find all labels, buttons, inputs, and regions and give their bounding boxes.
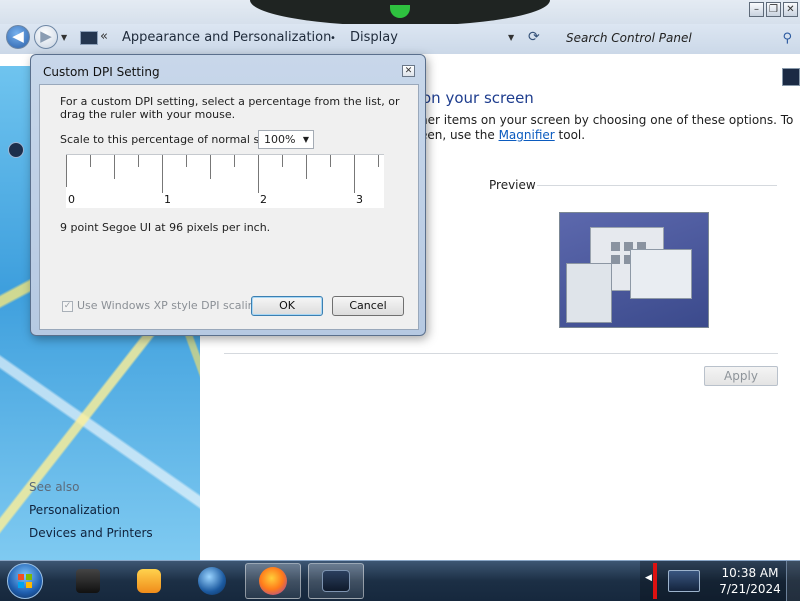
description-prefix: een, use the — [420, 128, 499, 142]
dark-app-icon — [76, 569, 100, 593]
taskbar-media-player[interactable] — [121, 563, 177, 599]
clock-time: 10:38 AM — [721, 566, 779, 580]
description-line-2: een, use the Magnifier tool. — [420, 128, 585, 142]
help-corner-icon[interactable] — [782, 68, 800, 86]
taskbar-firefox[interactable] — [245, 563, 301, 599]
display-preview-image — [559, 212, 709, 328]
tray-alert-bar — [653, 563, 657, 599]
ruler-label-2: 2 — [260, 193, 267, 206]
ruler-label-3: 3 — [356, 193, 363, 206]
minimize-button[interactable]: – — [749, 2, 764, 17]
scale-label: Scale to this percentage of normal size: — [60, 133, 279, 146]
refresh-icon[interactable]: ⟳ — [528, 29, 540, 45]
chevron-down-icon: ▼ — [302, 135, 309, 144]
ruler-label-0: 0 — [68, 193, 75, 206]
apply-button[interactable]: Apply — [704, 366, 778, 386]
address-dropdown-icon[interactable]: ▼ — [508, 33, 514, 42]
taskbar-globe-app[interactable] — [184, 563, 240, 599]
magnifier-link[interactable]: Magnifier — [499, 128, 555, 142]
clock-date: 7/21/2024 — [719, 582, 781, 596]
dialog-body: For a custom DPI setting, select a perce… — [39, 84, 419, 330]
description-line-1: her items on your screen by choosing one… — [420, 113, 794, 127]
title-bar: – ❐ ✕ — [0, 0, 800, 26]
link-personalization[interactable]: Personalization — [29, 503, 120, 517]
scale-dropdown[interactable]: 100% ▼ — [258, 130, 314, 149]
custom-dpi-dialog: Custom DPI Setting ✕ For a custom DPI se… — [30, 54, 426, 336]
search-icon[interactable]: ⚲ — [782, 28, 792, 49]
breadcrumb-display[interactable]: Display — [350, 30, 398, 45]
dialog-intro-line-2: drag the ruler with your mouse. — [60, 108, 236, 121]
font-info-text: 9 point Segoe UI at 96 pixels per inch. — [60, 221, 271, 234]
help-icon[interactable] — [8, 142, 24, 158]
preview-window-list — [566, 263, 612, 323]
search-input[interactable]: Search Control Panel ⚲ — [554, 28, 796, 49]
start-button[interactable] — [7, 563, 43, 599]
cancel-button[interactable]: Cancel — [332, 296, 404, 316]
ruler-label-1: 1 — [164, 193, 171, 206]
title-notch — [250, 0, 550, 26]
tray-expand-icon[interactable]: ◀ — [645, 573, 652, 583]
globe-icon — [198, 567, 226, 595]
see-also-heading: See also — [29, 480, 80, 494]
content-divider — [224, 353, 778, 354]
restore-button[interactable]: ❐ — [766, 2, 781, 17]
breadcrumb-separator: • — [330, 33, 336, 44]
close-button[interactable]: ✕ — [783, 2, 798, 17]
monitor-icon — [322, 570, 350, 592]
back-button[interactable]: ◀ — [6, 25, 30, 49]
address-bar: ◀ ▶ ▼ « Appearance and Personalization •… — [0, 24, 800, 54]
system-clock[interactable]: 10:38 AM 7/21/2024 — [716, 565, 784, 597]
dialog-title: Custom DPI Setting — [43, 65, 160, 79]
taskbar-display-settings[interactable] — [308, 563, 364, 599]
forward-button[interactable]: ▶ — [34, 25, 58, 49]
app-logo-icon — [390, 5, 410, 18]
media-player-icon — [137, 569, 161, 593]
xp-dpi-checkbox[interactable]: ✓ — [62, 301, 73, 312]
preview-window-front — [630, 249, 692, 299]
scale-value: 100% — [264, 133, 296, 146]
control-panel-icon — [80, 31, 98, 45]
recent-pages-dropdown-icon[interactable]: ▼ — [61, 33, 67, 42]
overflow-chevron-icon[interactable]: « — [100, 29, 108, 44]
firefox-icon — [259, 567, 287, 595]
preview-label: Preview — [489, 178, 536, 192]
dialog-close-button[interactable]: ✕ — [402, 65, 415, 77]
ok-button[interactable]: OK — [251, 296, 323, 316]
show-desktop-button[interactable] — [786, 561, 800, 601]
preview-divider — [537, 185, 777, 186]
link-devices-printers[interactable]: Devices and Printers — [29, 526, 153, 540]
breadcrumb-appearance[interactable]: Appearance and Personalization — [122, 30, 331, 45]
xp-dpi-checkbox-label: Use Windows XP style DPI scaling — [77, 299, 262, 312]
description-suffix: tool. — [554, 128, 586, 142]
search-placeholder: Search Control Panel — [566, 31, 692, 45]
taskbar: ◀ 10:38 AM 7/21/2024 — [0, 560, 800, 601]
dialog-intro-line-1: For a custom DPI setting, select a perce… — [60, 95, 400, 108]
taskbar-dark-app[interactable] — [60, 563, 116, 599]
dpi-ruler[interactable]: 0 1 2 3 — [66, 154, 384, 208]
tray-network-icon[interactable] — [668, 570, 700, 592]
page-heading: on your screen — [422, 89, 534, 107]
